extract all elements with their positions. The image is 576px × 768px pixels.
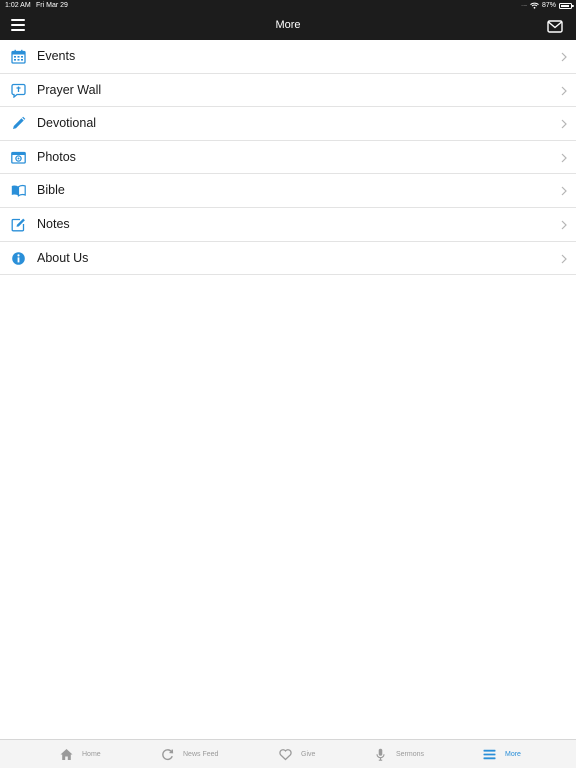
- status-time: 1:02 AM: [5, 2, 31, 9]
- menu-item-label: Devotional: [37, 116, 97, 131]
- bottom-tab-bar: Home News Feed Give Sermons More: [0, 739, 576, 768]
- edit-note-icon: [11, 218, 25, 232]
- tab-label: More: [505, 751, 521, 758]
- calendar-icon: [11, 49, 26, 64]
- menu-item-label: Photos: [37, 149, 76, 164]
- navigation-bar: More: [0, 11, 576, 40]
- menu-item-label: About Us: [37, 250, 89, 265]
- envelope-icon[interactable]: [547, 20, 563, 33]
- hamburger-icon: [483, 749, 496, 760]
- camera-icon: [11, 151, 26, 164]
- tab-give[interactable]: Give: [279, 740, 315, 768]
- home-icon: [60, 749, 73, 760]
- page-title: More: [275, 19, 301, 31]
- chevron-right-icon: [561, 86, 567, 96]
- menu-item-label: Prayer Wall: [37, 82, 102, 97]
- battery-percent: 87%: [541, 2, 556, 9]
- wifi-icon: [530, 2, 539, 9]
- chevron-right-icon: [561, 254, 567, 263]
- status-right-group: ..... 87%: [521, 0, 574, 11]
- tab-label: Sermons: [396, 751, 425, 758]
- menu-item-about-us[interactable]: About Us: [0, 241, 576, 276]
- status-date: Fri Mar 29: [36, 2, 68, 9]
- chevron-right-icon: [561, 186, 567, 196]
- menu-item-label: Events: [37, 49, 76, 63]
- menu-item-photos[interactable]: Photos: [0, 140, 576, 175]
- microphone-icon: [376, 748, 385, 761]
- cellular-signal-icon: .....: [521, 2, 527, 8]
- menu-item-notes[interactable]: Notes: [0, 207, 576, 242]
- more-menu-list: Events Prayer Wall Devotional Photos Bib…: [0, 40, 576, 276]
- tab-label: Home: [82, 751, 101, 758]
- menu-item-bible[interactable]: Bible: [0, 174, 576, 208]
- menu-item-prayer-wall[interactable]: Prayer Wall: [0, 73, 576, 108]
- tab-home[interactable]: Home: [60, 740, 101, 768]
- menu-item-devotional[interactable]: Devotional: [0, 107, 576, 141]
- chevron-right-icon: [561, 153, 567, 163]
- tab-label: News Feed: [183, 751, 219, 758]
- tab-more[interactable]: More: [483, 740, 521, 768]
- status-bar: 1:02 AM Fri Mar 29 ..... 87%: [0, 0, 576, 11]
- tab-news-feed[interactable]: News Feed: [161, 740, 218, 768]
- battery-icon: [559, 2, 574, 9]
- menu-item-label: Bible: [37, 183, 65, 198]
- chevron-right-icon: [561, 220, 567, 230]
- tab-sermons[interactable]: Sermons: [374, 740, 424, 768]
- chevron-right-icon: [561, 52, 567, 62]
- pencil-icon: [13, 116, 26, 130]
- menu-item-events[interactable]: Events: [0, 40, 576, 74]
- prayer-bubble-icon: [11, 83, 26, 98]
- tab-label: Give: [301, 751, 316, 758]
- chevron-right-icon: [561, 119, 567, 129]
- heart-icon: [279, 749, 292, 761]
- book-icon: [11, 185, 26, 198]
- info-icon: [12, 251, 25, 265]
- refresh-icon: [162, 749, 174, 761]
- menu-item-label: Notes: [37, 216, 70, 231]
